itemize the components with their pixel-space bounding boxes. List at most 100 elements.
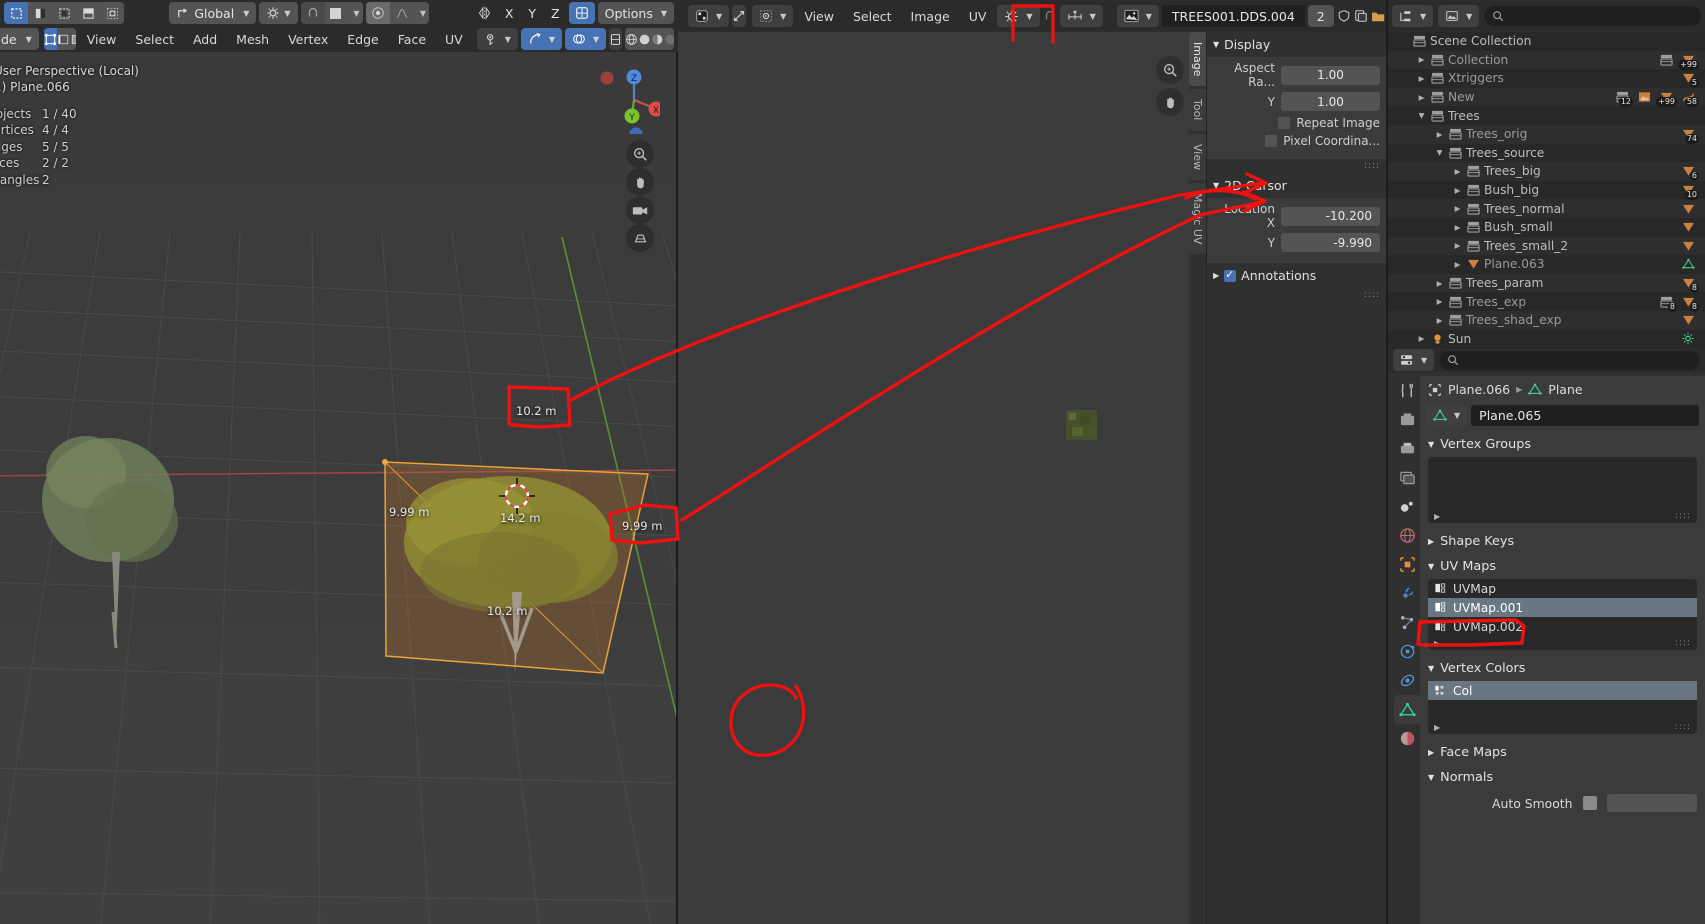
triangle-right-icon[interactable]: ▶ <box>1452 204 1463 213</box>
list-grip[interactable]: :::: <box>1675 511 1691 521</box>
viewport-3d[interactable]: User Perspective (Local) 1) Plane.066 Ob… <box>0 52 676 924</box>
world-icon[interactable] <box>1394 521 1420 550</box>
snap-mode-dropdown[interactable]: ▼ <box>1059 5 1103 27</box>
snap-magnet-icon[interactable] <box>300 2 325 24</box>
interaction-mode-dropdown[interactable]: de ▼ <box>0 28 39 50</box>
chevron-down-icon[interactable]: ▼ <box>413 2 429 24</box>
triangle-right-icon[interactable]: ▶ <box>1434 723 1440 732</box>
vertex-select-icon[interactable] <box>43 28 57 50</box>
falloff-icon[interactable] <box>389 2 414 24</box>
triangle-right-icon[interactable]: ▶ <box>1452 223 1463 232</box>
outliner-row[interactable]: ▶ Trees_orig 74 <box>1388 124 1705 145</box>
transform-orientation-dropdown[interactable]: Global ▼ <box>169 2 257 24</box>
vertex-color-item-selected[interactable]: Col <box>1428 681 1697 700</box>
proportional-editing-group[interactable]: ▼ <box>365 2 429 24</box>
outliner-row[interactable]: ▶ Trees_normal <box>1388 199 1705 218</box>
repeat-image-row[interactable]: Repeat Image <box>1213 116 1380 130</box>
triangle-right-icon[interactable]: ▶ <box>1452 241 1463 250</box>
breadcrumb-object-name[interactable]: Plane.066 <box>1448 382 1510 397</box>
mirror-y-button[interactable]: Y <box>522 2 542 24</box>
particles-icon[interactable] <box>1394 608 1420 637</box>
snap-magnet-icon[interactable] <box>1043 5 1057 27</box>
mesh-name-field[interactable]: Plane.065 <box>1471 405 1699 426</box>
visibility-dropdown[interactable]: ▼ <box>476 28 518 50</box>
snap-target-dropdown[interactable]: ▼ <box>259 2 298 24</box>
menu-select[interactable]: Select <box>127 28 182 50</box>
outliner-row[interactable]: ▶ Trees_param 8 <box>1388 273 1705 294</box>
browse-mesh-icon[interactable]: ▼ <box>1426 405 1468 426</box>
uv-map-item[interactable]: UVMap.002 <box>1428 617 1697 636</box>
tab-view[interactable]: View <box>1189 133 1206 180</box>
triangle-right-icon[interactable]: ▶ <box>1416 74 1427 83</box>
panel-header-normals[interactable]: ▼ Normals <box>1420 765 1705 790</box>
modifier-icon[interactable] <box>1394 579 1420 608</box>
triangle-right-icon[interactable]: ▶ <box>1434 316 1445 325</box>
properties-tab-column[interactable] <box>1394 376 1420 924</box>
image-users-count[interactable]: 2 <box>1307 5 1334 27</box>
navigation-gizmo[interactable]: Z Y X <box>588 62 660 134</box>
options-dropdown[interactable]: Options ▼ <box>597 2 674 24</box>
viewlayer-icon[interactable] <box>1394 463 1420 492</box>
menu-vertex[interactable]: Vertex <box>280 28 336 50</box>
data-icon[interactable] <box>1394 695 1420 724</box>
xray-toggle-icon[interactable] <box>568 2 595 24</box>
uv-map-item[interactable]: UVMap <box>1428 579 1697 598</box>
fake-user-icon[interactable] <box>1337 5 1351 27</box>
outliner-row[interactable]: ▶ Xtriggers 5 <box>1388 69 1705 89</box>
properties-search-input[interactable] <box>1439 350 1700 370</box>
repeat-image-checkbox[interactable] <box>1278 117 1291 129</box>
display-mode-icon[interactable]: ▼ <box>1392 5 1434 27</box>
outliner-row[interactable]: ▶ Trees_big 6 <box>1388 162 1705 182</box>
proportional-edit-icon[interactable] <box>365 2 390 24</box>
uv-sync-icon[interactable] <box>732 5 747 27</box>
pan-hand-icon[interactable] <box>1156 88 1184 116</box>
outliner-row[interactable]: ▶ New 12 +99 58 <box>1388 87 1705 108</box>
tab-magic-uv[interactable]: Magic UV <box>1189 182 1206 255</box>
select-box-icon[interactable] <box>4 2 28 24</box>
triangle-right-icon[interactable]: ▶ <box>1416 334 1427 343</box>
outliner-row[interactable]: Scene Collection <box>1388 32 1705 51</box>
triangle-right-icon[interactable]: ▶ <box>1434 639 1440 648</box>
panel-header-vertex-groups[interactable]: ▼ Vertex Groups <box>1420 432 1705 457</box>
outliner-search-input[interactable] <box>1484 6 1701 26</box>
select-subtract-icon[interactable] <box>52 2 76 24</box>
perspective-toggle-icon[interactable] <box>626 224 654 252</box>
triangle-right-icon[interactable]: ▶ <box>1416 93 1427 102</box>
snap-target-swatch[interactable] <box>324 2 347 24</box>
vertex-colors-list[interactable]: Col ▶ :::: <box>1428 681 1697 734</box>
editor-type-icon[interactable]: ▼ <box>688 5 730 27</box>
zoom-icon[interactable] <box>626 140 654 168</box>
aspect-ratio-x-field[interactable]: 1.00 <box>1281 65 1380 85</box>
cursor-location-y-field[interactable]: -9.990 <box>1281 233 1380 252</box>
triangle-right-icon[interactable]: ▶ <box>1452 167 1463 176</box>
select-invert-icon[interactable] <box>76 2 100 24</box>
outliner-row[interactable]: ▶ Trees_small_2 <box>1388 236 1705 256</box>
auto-smooth-angle-field[interactable] <box>1606 794 1697 812</box>
outliner-row[interactable]: ▶ Plane.063 <box>1388 255 1705 274</box>
tab-tool[interactable]: Tool <box>1189 89 1206 131</box>
cursor-2d-header[interactable]: ▼ 2D Cursor <box>1207 173 1386 198</box>
outliner-row[interactable]: ▶ Bush_big 10 <box>1388 181 1705 201</box>
uv-maps-list[interactable]: UVMap UVMap.001 UVMap.002 ▶ :::: <box>1428 579 1697 650</box>
list-grip[interactable]: :::: <box>1675 638 1691 648</box>
mesh-select-mode-group[interactable] <box>43 28 76 50</box>
browse-image-icon[interactable]: ▼ <box>1116 5 1159 27</box>
chevron-down-icon[interactable]: ▼ <box>346 2 363 24</box>
output-icon[interactable] <box>1394 434 1420 463</box>
mirror-x-button[interactable]: X <box>499 2 520 24</box>
outliner-row[interactable]: ▶ Bush_small <box>1388 218 1705 237</box>
pan-hand-icon[interactable] <box>626 168 654 196</box>
outliner-row[interactable]: ▶ Trees_exp 8 8 <box>1388 292 1705 312</box>
menu-face[interactable]: Face <box>390 28 434 50</box>
tab-image[interactable]: Image <box>1189 32 1206 87</box>
proportional-edit-group[interactable]: ▼ <box>300 2 363 24</box>
pixel-coordinates-checkbox[interactable] <box>1265 135 1278 147</box>
overlays-dropdown[interactable]: ▼ <box>565 28 607 50</box>
panel-header-vertex-colors[interactable]: ▼ Vertex Colors <box>1420 656 1705 681</box>
sticky-select-dropdown[interactable]: ▼ <box>752 5 794 27</box>
menu-image[interactable]: Image <box>903 5 958 27</box>
triangle-right-icon[interactable]: ▶ <box>1434 130 1445 139</box>
outliner-row[interactable]: ▼ Trees_source <box>1388 144 1705 163</box>
menu-uv[interactable]: UV <box>961 5 995 27</box>
xray-toggle-icon[interactable] <box>609 28 623 50</box>
